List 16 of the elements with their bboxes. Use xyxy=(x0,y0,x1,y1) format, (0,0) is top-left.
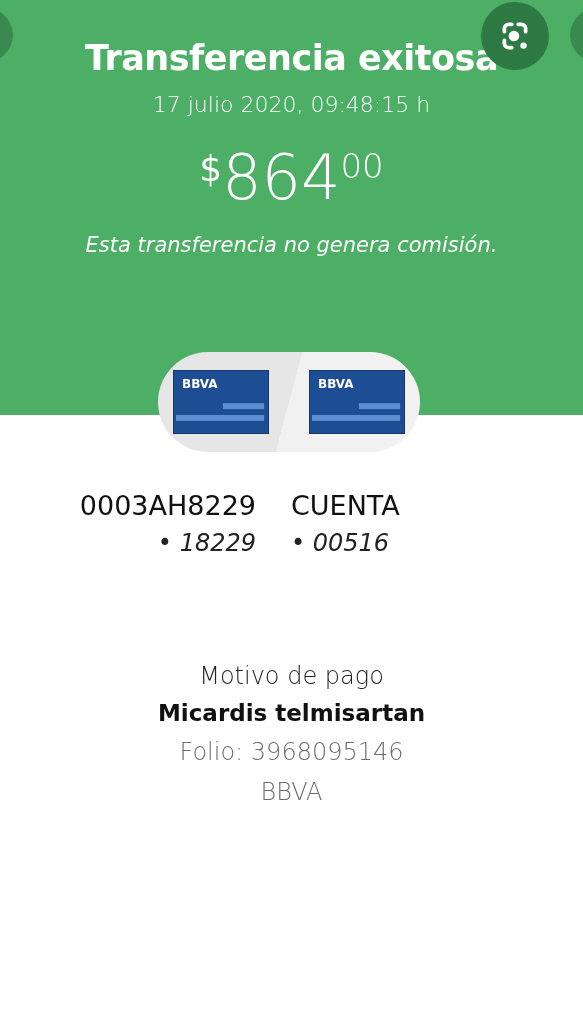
payment-reason-label: Motivo de pago xyxy=(199,662,384,690)
commission-note: Esta transferencia no genera comisión. xyxy=(85,233,498,257)
amount-cents: 00 xyxy=(340,149,384,183)
currency-sign: $ xyxy=(199,151,223,187)
account-name: 0003AH8229 xyxy=(79,490,256,521)
bank-name: BBVA xyxy=(260,778,323,806)
payment-reason: Micardis telmisartan xyxy=(157,700,426,726)
folio-number: Folio: 3968095146 xyxy=(179,738,404,766)
account-number: • 18229 xyxy=(157,529,256,557)
page-title: Transferencia exitosa xyxy=(84,38,499,78)
transfer-date: 17 julio 2020, 09:48:15 h xyxy=(152,92,431,117)
amount-value: 864 xyxy=(222,147,341,209)
account-name: CUENTA xyxy=(291,490,400,521)
account-number: • 00516 xyxy=(291,529,390,557)
card-brand: BBVA xyxy=(182,377,219,391)
card-brand: BBVA xyxy=(318,377,355,391)
